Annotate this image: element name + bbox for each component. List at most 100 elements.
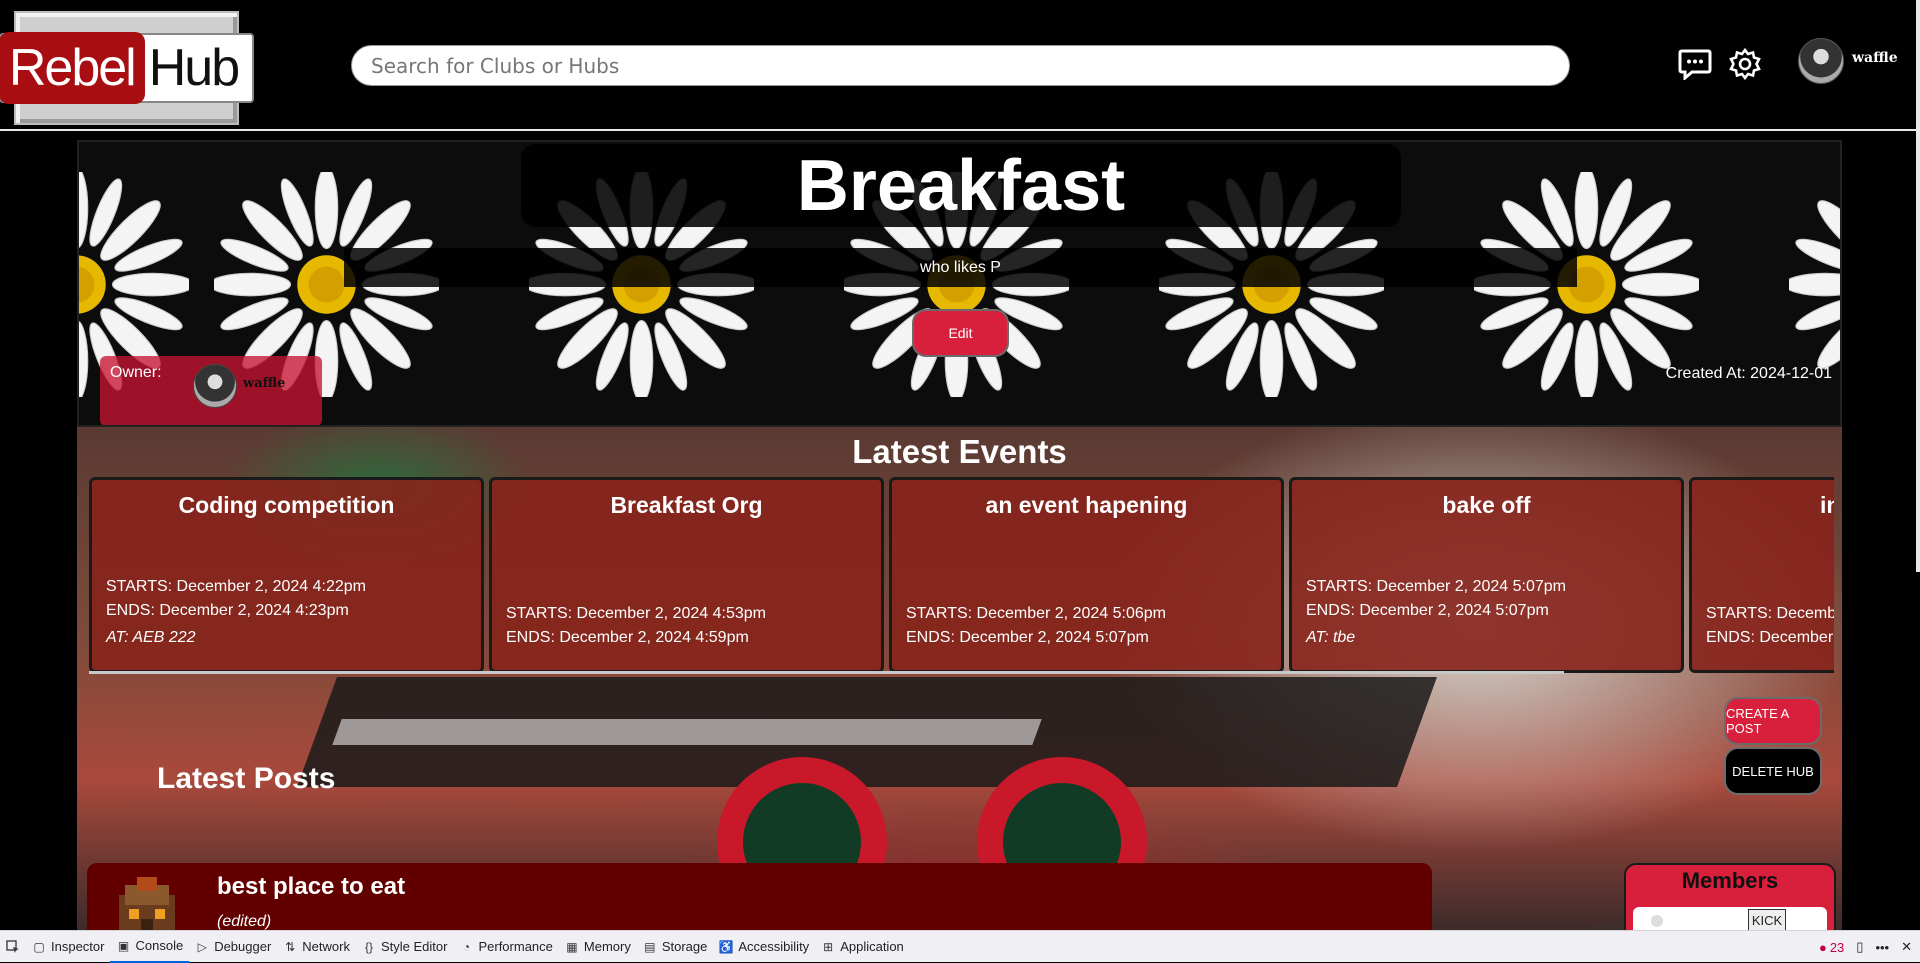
devtools-tab-performance[interactable]: ◔ Performance: [453, 931, 558, 963]
members-heading: Members: [1681, 868, 1779, 893]
event-title: bake off: [1442, 492, 1531, 518]
hub-title-box: Breakfast: [521, 144, 1401, 227]
hub-title: Breakfast: [796, 145, 1126, 226]
application-icon: ⊞: [823, 939, 834, 954]
devtools-toolbar: ▢ Inspector ▣ Console ▷ Debugger ⇅ Netwo…: [0, 930, 1920, 963]
event-starts: STARTS: Decemb: [1706, 605, 1834, 622]
event-card[interactable]: bake off STARTS: December 2, 2024 5:07pm…: [1289, 477, 1684, 673]
devtools-tab-inspector[interactable]: ▢ Inspector: [26, 931, 110, 963]
devtools-tab-label: Application: [840, 939, 904, 954]
edit-hub-button[interactable]: Edit: [912, 309, 1009, 357]
performance-icon: ◔: [462, 939, 471, 954]
more-options-icon[interactable]: •••: [1875, 940, 1889, 955]
owner-avatar[interactable]: [193, 364, 237, 408]
events-heading: Latest Events: [852, 433, 1067, 470]
event-title: Breakfast Org: [610, 492, 763, 518]
event-ends: ENDS: December 2, 2024 5:07pm: [1306, 602, 1549, 619]
event-card[interactable]: Breakfast Org STARTS: December 2, 2024 4…: [489, 477, 884, 673]
devtools-tab-accessibility[interactable]: ♿ Accessibility: [713, 931, 815, 963]
user-avatar[interactable]: [1798, 38, 1844, 84]
devtools-tab-style-editor[interactable]: {} Style Editor: [356, 931, 453, 963]
pick-element-icon[interactable]: [0, 931, 26, 963]
gear-icon[interactable]: [1725, 44, 1765, 84]
devtools-tab-label: Console: [135, 938, 184, 953]
devtools-tab-label: Style Editor: [380, 939, 448, 954]
devtools-tab-label: Storage: [661, 939, 708, 954]
members-panel: Members KICK: [1624, 863, 1836, 930]
devtools-tab-label: Memory: [583, 939, 631, 954]
event-title: an event hapening: [985, 492, 1188, 518]
rebelhub-logo[interactable]: Rebel Hub: [0, 11, 255, 125]
close-icon[interactable]: ✕: [1901, 939, 1912, 955]
devtools-tab-application[interactable]: ⊞ Application: [815, 931, 910, 963]
search-input[interactable]: [351, 45, 1570, 86]
event-starts: STARTS: December 2, 2024 5:07pm: [1306, 578, 1566, 595]
post-edited-tag: (edited): [217, 913, 272, 930]
devtools-controls: ● 23 ▯ ••• ✕: [1819, 931, 1912, 963]
username-label[interactable]: waffle: [1852, 50, 1898, 66]
devtools-tab-network[interactable]: ⇅ Network: [277, 931, 356, 963]
event-location: AT: tbe: [1306, 629, 1356, 646]
devtools-tab-label: Performance: [478, 939, 553, 954]
event-card[interactable]: in STARTS: Decemb ENDS: December: [1689, 477, 1834, 673]
error-count[interactable]: ● 23: [1819, 940, 1844, 955]
style-editor-icon: {}: [364, 939, 373, 954]
logo-rebel-text: Rebel: [0, 32, 145, 104]
inspector-icon: ▢: [33, 939, 45, 954]
devtools-tab-console[interactable]: ▣ Console: [110, 931, 190, 963]
event-starts: STARTS: December 2, 2024 4:22pm: [106, 578, 366, 595]
top-navbar: Rebel Hub waffle: [0, 0, 1920, 131]
memory-icon: ▦: [566, 939, 578, 954]
debugger-icon: ▷: [197, 939, 207, 954]
responsive-design-icon[interactable]: ▯: [1856, 939, 1863, 955]
background-art: [332, 719, 1042, 745]
post-thumbnail: [119, 877, 175, 930]
chat-icon[interactable]: [1675, 44, 1715, 84]
member-avatar: [1651, 915, 1663, 927]
events-carousel[interactable]: Coding competition STARTS: December 2, 2…: [89, 477, 1834, 673]
hub-content: Latest Events Coding competition STARTS:…: [77, 427, 1842, 930]
daisy-image: [1789, 200, 1840, 369]
devtools-tab-label: Network: [302, 939, 350, 954]
post-title[interactable]: best place to eat: [217, 873, 405, 901]
post-card[interactable]: best place to eat (edited): [87, 863, 1432, 930]
posts-heading: Latest Posts: [157, 762, 336, 795]
delete-hub-button[interactable]: DELETE HUB: [1724, 747, 1822, 795]
logo-hub-text: Hub: [148, 39, 240, 97]
error-icon: ●: [1818, 939, 1827, 955]
event-card[interactable]: an event hapening STARTS: December 2, 20…: [889, 477, 1284, 673]
console-icon: ▣: [117, 938, 130, 953]
owner-card: Owner: waffle: [100, 356, 322, 425]
owner-name[interactable]: waffle: [243, 376, 285, 391]
page-scrollbar[interactable]: [1916, 0, 1920, 572]
event-ends: ENDS: December 2, 2024 4:59pm: [506, 629, 749, 646]
event-location: AT: AEB 222: [106, 629, 196, 646]
event-starts: STARTS: December 2, 2024 5:06pm: [906, 605, 1166, 622]
devtools-tab-label: Debugger: [214, 939, 272, 954]
event-title: in: [1820, 492, 1834, 518]
event-ends: ENDS: December: [1706, 629, 1834, 646]
event-card[interactable]: Coding competition STARTS: December 2, 2…: [89, 477, 484, 673]
devtools-tab-memory[interactable]: ▦ Memory: [559, 931, 637, 963]
event-ends: ENDS: December 2, 2024 4:23pm: [106, 602, 349, 619]
devtools-tab-label: Accessibility: [738, 939, 810, 954]
event-title: Coding competition: [178, 492, 395, 518]
hub-banner: Breakfast who likes P Edit Owner: waffle…: [77, 140, 1842, 427]
accessibility-icon: ♿: [718, 939, 734, 954]
network-icon: ⇅: [285, 939, 296, 954]
created-at: Created At: 2024-12-01: [1665, 365, 1832, 382]
event-starts: STARTS: December 2, 2024 4:53pm: [506, 605, 766, 622]
devtools-tab-storage[interactable]: ▤ Storage: [637, 931, 714, 963]
error-count-value: 23: [1829, 939, 1845, 955]
member-row: KICK: [1633, 907, 1827, 930]
devtools-tab-debugger[interactable]: ▷ Debugger: [189, 931, 277, 963]
create-post-button[interactable]: CREATE A POST: [1724, 697, 1822, 745]
hub-description: who likes P: [344, 248, 1577, 287]
kick-button[interactable]: KICK: [1748, 909, 1786, 930]
event-ends: ENDS: December 2, 2024 5:07pm: [906, 629, 1149, 646]
events-scrollbar[interactable]: [89, 671, 1564, 674]
logo-inner: Rebel Hub: [0, 32, 255, 104]
owner-label: Owner:: [110, 364, 162, 381]
storage-icon: ▤: [644, 939, 656, 954]
devtools-tab-label: Inspector: [51, 939, 105, 954]
